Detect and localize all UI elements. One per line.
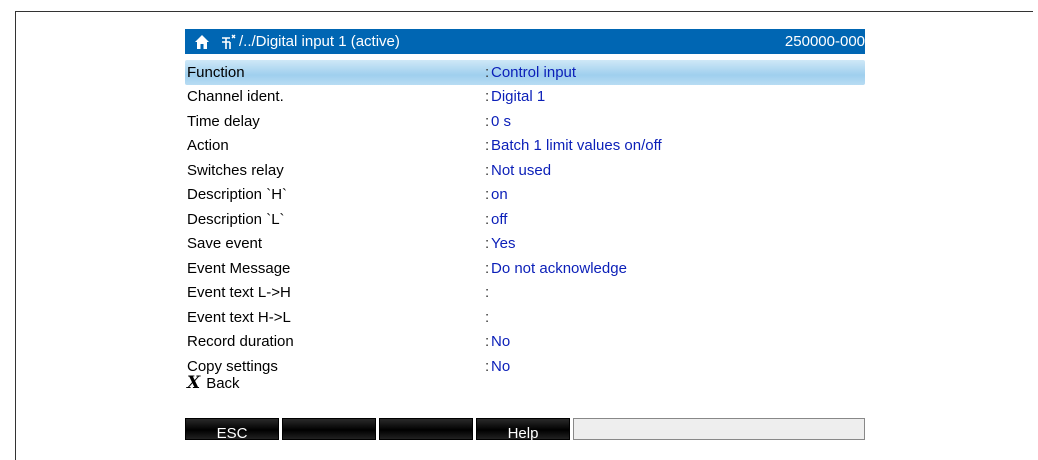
parameter-label: Event text L->H bbox=[187, 284, 291, 302]
parameter-value: No bbox=[491, 333, 511, 351]
parameter-row[interactable]: Description `L`: off bbox=[185, 207, 865, 232]
parameter-label: Description `L` bbox=[187, 210, 285, 228]
softkey-label: ESC bbox=[216, 425, 248, 442]
title-bar: /../Digital input 1 (active) 250000-000 bbox=[185, 29, 865, 54]
parameter-label: Switches relay bbox=[187, 161, 284, 179]
parameter-value: Control input bbox=[491, 63, 577, 81]
parameter-value: Not used bbox=[491, 161, 552, 179]
back-label: Back bbox=[206, 374, 240, 392]
parameter-row[interactable]: Event text L->H: bbox=[185, 281, 865, 306]
parameter-separator: : bbox=[485, 112, 490, 130]
parameter-label: Record duration bbox=[187, 333, 294, 351]
back-item[interactable]: X Back bbox=[187, 373, 240, 393]
parameter-row[interactable]: Event text H->L: bbox=[185, 305, 865, 330]
parameter-separator: : bbox=[485, 357, 490, 375]
parameter-label: Action bbox=[187, 137, 229, 155]
parameter-separator: : bbox=[485, 88, 490, 106]
parameter-row[interactable]: Event Message: Do not acknowledge bbox=[185, 256, 865, 281]
parameter-label: Function bbox=[187, 63, 245, 81]
parameter-label: Event Message bbox=[187, 259, 291, 277]
parameter-list: Function: Control input Channel ident.: Dig… bbox=[185, 60, 865, 379]
softkey-help[interactable]: Help bbox=[476, 418, 570, 442]
parameter-separator: : bbox=[485, 137, 490, 155]
parameter-row[interactable]: Channel ident.: Digital 1 bbox=[185, 85, 865, 110]
home-icon[interactable] bbox=[193, 33, 211, 51]
parameter-row[interactable]: Save event: Yes bbox=[185, 232, 865, 257]
parameter-row[interactable]: Switches relay: Not used bbox=[185, 158, 865, 183]
softkey-label: Help bbox=[507, 425, 539, 442]
device-screen: /../Digital input 1 (active) 250000-000 … bbox=[185, 29, 865, 444]
softkey-5[interactable] bbox=[573, 418, 865, 440]
parameter-value: No bbox=[491, 357, 511, 375]
parameter-value: 0 s bbox=[491, 112, 512, 130]
parameter-row[interactable]: Function: Control input bbox=[185, 60, 865, 85]
parameter-row[interactable]: Action: Batch 1 limit values on/off bbox=[185, 134, 865, 159]
parameter-separator: : bbox=[485, 63, 490, 81]
parameter-row[interactable]: Time delay:0 s bbox=[185, 109, 865, 134]
parameter-value: Do not acknowledge bbox=[491, 259, 627, 277]
back-x-icon: X bbox=[187, 373, 201, 393]
parameter-separator: : bbox=[485, 210, 490, 228]
parameter-label: Event text H->L bbox=[187, 308, 291, 326]
parameter-value: Yes bbox=[491, 235, 516, 253]
parameter-value: Digital 1 bbox=[491, 88, 546, 106]
parameter-separator: : bbox=[485, 284, 490, 302]
parameter-label: Description `H` bbox=[187, 186, 288, 204]
parameter-row[interactable]: Record duration: No bbox=[185, 330, 865, 355]
breadcrumb-path: /../Digital input 1 (active) bbox=[239, 33, 400, 50]
parameter-separator: : bbox=[485, 186, 490, 204]
parameter-row[interactable]: Description `H`: on bbox=[185, 183, 865, 208]
parameter-separator: : bbox=[485, 308, 490, 326]
parameter-separator: : bbox=[485, 235, 490, 253]
parameter-value: off bbox=[491, 210, 508, 228]
parameter-separator: : bbox=[485, 161, 490, 179]
parameter-label: Time delay bbox=[187, 112, 260, 130]
parameter-value: on bbox=[491, 186, 508, 204]
parameter-label: Save event bbox=[187, 235, 263, 253]
parameter-value: Batch 1 limit values on/off bbox=[491, 137, 662, 155]
softkey-3[interactable] bbox=[379, 418, 473, 440]
parameter-row[interactable]: Copy settings: No bbox=[185, 354, 865, 379]
softkey-2[interactable] bbox=[282, 418, 376, 440]
softkey-esc[interactable]: ESC bbox=[185, 418, 279, 442]
softkey-bar: ESC Help bbox=[185, 418, 865, 442]
parameter-separator: : bbox=[485, 259, 490, 277]
setup-menu-icon bbox=[219, 33, 237, 51]
parameter-label: Channel ident. bbox=[187, 88, 284, 106]
device-code: 250000-000 bbox=[784, 33, 865, 50]
parameter-separator: : bbox=[485, 333, 490, 351]
